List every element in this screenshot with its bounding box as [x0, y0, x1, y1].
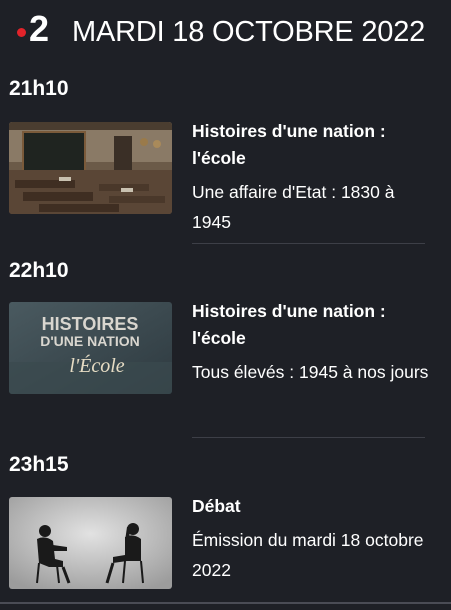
program-subtitle: Une affaire d'Etat : 1830 à 1945: [192, 182, 395, 232]
schedule-header: 2 MARDI 18 OCTOBRE 2022: [0, 0, 451, 62]
program-subtitle: Tous élevés : 1945 à nos jours: [192, 362, 429, 382]
program-info: Histoires d'une nation : l'école Tous él…: [192, 298, 432, 387]
program-thumbnail-debate[interactable]: [9, 497, 172, 589]
program-separator: [192, 243, 425, 244]
program-title[interactable]: Histoires d'une nation : l'école: [192, 298, 432, 352]
program-time: 23h15: [9, 453, 69, 476]
title-card-line1: HISTOIRES: [42, 314, 139, 334]
program-thumbnail-titlecard[interactable]: HISTOIRES D'UNE NATION l'École: [9, 302, 172, 394]
schedule-date: MARDI 18 OCTOBRE 2022: [72, 16, 426, 48]
program-info: Histoires d'une nation : l'école Une aff…: [192, 118, 432, 237]
title-card-line3: l'École: [69, 354, 124, 377]
program-subtitle: Émission du mardi 18 octobre 2022: [192, 530, 424, 580]
title-card-image: HISTOIRES D'UNE NATION l'École: [9, 302, 172, 394]
program-time: 22h10: [9, 259, 69, 282]
title-card-line2: D'UNE NATION: [40, 333, 140, 349]
program-title[interactable]: Débat: [192, 493, 432, 520]
classroom-image: [9, 122, 172, 214]
channel-logo: 2: [29, 8, 50, 49]
program-time: 21h10: [9, 77, 69, 100]
program-title[interactable]: Histoires d'une nation : l'école: [192, 118, 432, 172]
program-separator: [192, 437, 425, 438]
program-thumbnail-classroom[interactable]: [9, 122, 172, 214]
bottom-divider: [0, 602, 451, 604]
program-info: Débat Émission du mardi 18 octobre 2022: [192, 493, 432, 585]
channel-logo-dot: [17, 28, 26, 37]
debate-image: [9, 497, 172, 589]
